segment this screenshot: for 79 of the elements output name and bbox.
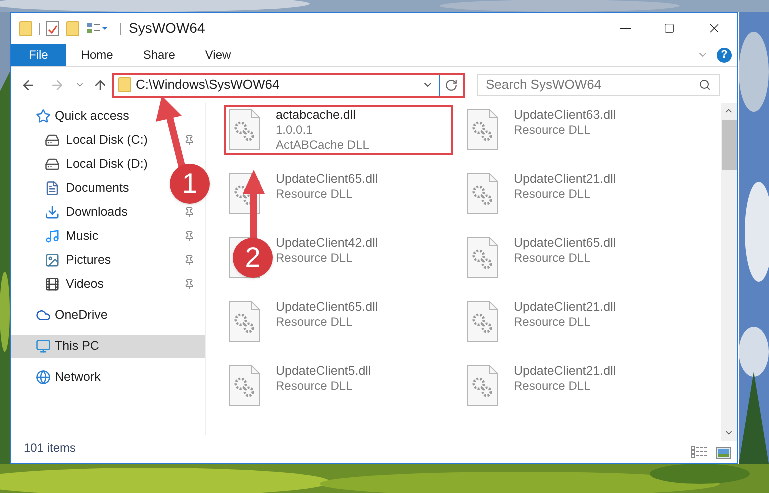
- nav-item[interactable]: Videos: [45, 274, 104, 294]
- file-detail: Resource DLL: [514, 251, 592, 266]
- file-name: actabcache.dll: [276, 108, 357, 123]
- file-detail: 1.0.0.1: [276, 123, 314, 138]
- annotation-arrow: [243, 170, 265, 240]
- search-icon: [699, 79, 711, 91]
- scrollbar[interactable]: [721, 103, 737, 441]
- nav-item[interactable]: Music: [45, 226, 99, 246]
- ribbon-tab[interactable]: Home: [66, 44, 128, 66]
- nav-item[interactable]: Local Disk (C:): [45, 130, 148, 150]
- ribbon-tab[interactable]: File: [11, 44, 66, 66]
- document-icon: [45, 180, 60, 196]
- file-name: UpdateClient21.dll: [514, 300, 616, 315]
- settings-file-icon: [466, 365, 500, 407]
- cloud-icon: [36, 308, 51, 323]
- new-folder-icon: [66, 20, 80, 36]
- search-field[interactable]: Search SysWOW64: [477, 74, 720, 96]
- file-detail: Resource DLL: [514, 379, 592, 394]
- file-detail: Resource DLL: [276, 187, 354, 202]
- star-icon: [36, 109, 51, 124]
- drive-icon: [45, 132, 60, 148]
- window-title: SysWOW64: [129, 19, 206, 38]
- file-detail: Resource DLL: [276, 251, 354, 266]
- maximize-icon: [664, 23, 674, 34]
- help-button[interactable]: ?: [717, 48, 732, 62]
- file-name: UpdateClient63.dll: [514, 108, 616, 123]
- download-icon: [45, 204, 60, 220]
- address-text: C:\Windows\SysWOW64: [136, 76, 280, 94]
- file-detail: Resource DLL: [276, 379, 354, 394]
- up-icon[interactable]: [93, 78, 108, 92]
- nav-item[interactable]: Local Disk (D:): [45, 154, 148, 174]
- monitor-icon: [36, 339, 51, 354]
- film-icon: [45, 276, 60, 292]
- nav-item[interactable]: Documents: [45, 178, 130, 198]
- nav-item[interactable]: Network: [11, 366, 205, 389]
- nav-item[interactable]: Pictures: [45, 250, 112, 270]
- file-name: UpdateClient65.dll: [276, 300, 378, 315]
- folder-icon: [19, 20, 33, 36]
- file-name: UpdateClient21.dll: [514, 172, 616, 187]
- file-detail: Resource DLL: [276, 315, 354, 330]
- folder-icon: [118, 77, 132, 93]
- nav-item[interactable]: This PC: [11, 335, 205, 358]
- settings-file-icon: [228, 301, 262, 343]
- large-icons-view-icon[interactable]: [716, 446, 731, 458]
- minimize-icon: [620, 28, 630, 30]
- customize-toolbar-icon[interactable]: [86, 22, 108, 36]
- scroll-thumb[interactable]: [722, 120, 736, 170]
- file-detail: Resource DLL: [514, 123, 592, 138]
- drive-icon: [45, 156, 60, 172]
- back-icon[interactable]: [21, 78, 36, 92]
- globe-icon: [36, 370, 51, 385]
- ribbon-tab[interactable]: Share: [128, 44, 190, 66]
- file-name: UpdateClient65.dll: [276, 172, 378, 187]
- music-note-icon: [45, 228, 60, 244]
- refresh-icon[interactable]: [445, 78, 458, 92]
- settings-file-icon: [466, 173, 500, 215]
- file-name: UpdateClient5.dll: [276, 364, 372, 379]
- nav-item[interactable]: Quick access: [11, 105, 205, 128]
- ribbon-tab[interactable]: View: [190, 44, 246, 66]
- file-detail: Resource DLL: [514, 187, 592, 202]
- settings-file-icon: [466, 237, 500, 279]
- settings-file-icon: [466, 109, 500, 151]
- search-placeholder: Search SysWOW64: [486, 76, 602, 94]
- file-detail: ActABCache DLL: [276, 138, 370, 153]
- properties-icon[interactable]: [46, 20, 60, 36]
- file-name: UpdateClient21.dll: [514, 364, 616, 379]
- forward-icon[interactable]: [50, 78, 65, 92]
- settings-file-icon: [228, 365, 262, 407]
- picture-icon: [45, 252, 60, 268]
- file-name: UpdateClient65.dll: [514, 236, 616, 251]
- settings-file-icon: [228, 109, 262, 151]
- settings-file-icon: [466, 301, 500, 343]
- address-bar[interactable]: C:\Windows\SysWOW64: [112, 72, 465, 98]
- status-item-count: 101 items: [24, 440, 76, 457]
- nav-item[interactable]: Downloads: [45, 202, 128, 222]
- file-name: UpdateClient42.dll: [276, 236, 378, 251]
- file-detail: Resource DLL: [514, 315, 592, 330]
- details-view-icon[interactable]: [691, 446, 708, 459]
- nav-item[interactable]: OneDrive: [11, 304, 205, 327]
